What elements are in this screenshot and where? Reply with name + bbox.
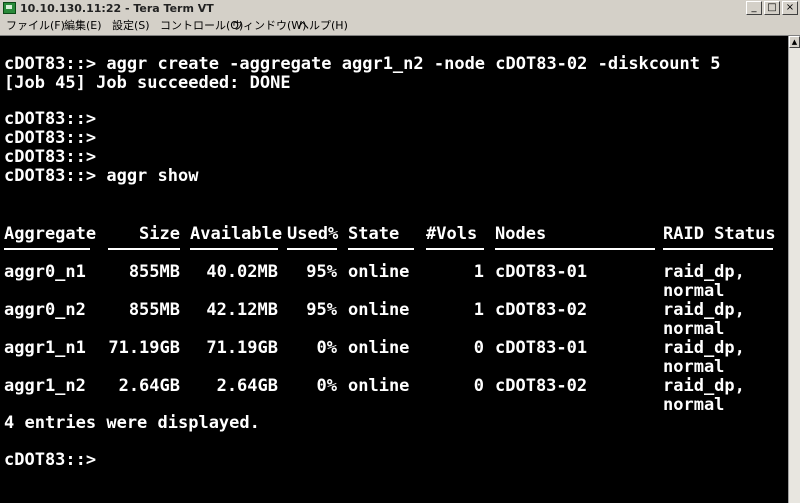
cell-aggregate: aggr1_n1 xyxy=(4,338,86,358)
cell-raid: raid_dp, xyxy=(663,376,745,396)
separator-dash xyxy=(190,248,278,250)
cell-available: 2.64GB xyxy=(216,376,278,396)
prompt-line: cDOT83::> xyxy=(4,147,97,167)
scroll-up-arrow-icon[interactable]: ▲ xyxy=(789,36,800,48)
cell-raid: raid_dp, xyxy=(663,262,745,282)
separator-dash xyxy=(495,248,655,250)
cell-size: 855MB xyxy=(128,262,180,282)
cell-state: online xyxy=(348,262,410,282)
separator-dash xyxy=(348,248,414,250)
cell-aggregate: aggr1_n2 xyxy=(4,376,86,396)
cell-used: 0% xyxy=(316,376,337,396)
cell-raid: raid_dp, xyxy=(663,300,745,320)
terminal-window: 10.10.130.11:22 - Tera Term VT _ □ × ファイ… xyxy=(0,0,800,503)
cell-used: 0% xyxy=(316,338,337,358)
cell-raid-status: normal xyxy=(663,319,725,339)
menu-bar: ファイル(F) 編集(E) 設定(S) コントロール(O) ウィンドウ(W) ヘ… xyxy=(0,17,800,36)
cell-node: cDOT83-01 xyxy=(495,338,588,358)
title-bar[interactable]: 10.10.130.11:22 - Tera Term VT _ □ × xyxy=(0,0,800,18)
cell-vols: 1 xyxy=(473,262,484,282)
tera-term-app-icon[interactable] xyxy=(3,2,16,14)
menu-window[interactable]: ウィンドウ(W) xyxy=(232,18,306,33)
menu-help[interactable]: ヘルプ(H) xyxy=(298,18,348,33)
col-header-aggregate: Aggregate xyxy=(4,224,97,244)
col-header-available: Available xyxy=(190,224,283,244)
separator-dash xyxy=(663,248,773,250)
cell-aggregate: aggr0_n2 xyxy=(4,300,86,320)
command-line-aggr-show: cDOT83::> aggr show xyxy=(4,166,199,186)
separator-dash xyxy=(4,248,90,250)
final-prompt: cDOT83::> xyxy=(4,450,97,470)
menu-control[interactable]: コントロール(O) xyxy=(160,18,243,33)
cell-available: 40.02MB xyxy=(206,262,278,282)
cell-vols: 1 xyxy=(473,300,484,320)
entries-summary: 4 entries were displayed. xyxy=(4,413,260,433)
prompt-line: cDOT83::> xyxy=(4,128,97,148)
window-title: 10.10.130.11:22 - Tera Term VT xyxy=(20,2,214,15)
separator-dash xyxy=(287,248,337,250)
separator-dash xyxy=(426,248,484,250)
cell-size: 855MB xyxy=(128,300,180,320)
cell-aggregate: aggr0_n1 xyxy=(4,262,86,282)
cell-raid: raid_dp, xyxy=(663,338,745,358)
col-header-nodes: Nodes xyxy=(495,224,547,244)
cell-state: online xyxy=(348,300,410,320)
vertical-scrollbar[interactable]: ▲ xyxy=(788,36,800,503)
menu-file[interactable]: ファイル(F) xyxy=(6,18,65,33)
cell-state: online xyxy=(348,338,410,358)
cell-node: cDOT83-02 xyxy=(495,376,588,396)
col-header-size: Size xyxy=(139,224,180,244)
cell-state: online xyxy=(348,376,410,396)
cell-raid-status: normal xyxy=(663,357,725,377)
cell-used: 95% xyxy=(306,262,337,282)
cell-vols: 0 xyxy=(473,376,484,396)
command-line-aggr-create: cDOT83::> aggr create -aggregate aggr1_n… xyxy=(4,54,721,74)
cell-raid-status: normal xyxy=(663,281,725,301)
prompt-line: cDOT83::> xyxy=(4,109,97,129)
close-button[interactable]: × xyxy=(782,1,798,15)
col-header-raid-status: RAID Status xyxy=(663,224,776,244)
cell-vols: 0 xyxy=(473,338,484,358)
minimize-button[interactable]: _ xyxy=(746,1,762,15)
col-header-used: Used% xyxy=(287,224,339,244)
maximize-button[interactable]: □ xyxy=(764,1,780,15)
menu-settings[interactable]: 設定(S) xyxy=(112,18,150,33)
separator-dash xyxy=(108,248,180,250)
col-header-vols: #Vols xyxy=(426,224,478,244)
cell-available: 42.12MB xyxy=(206,300,278,320)
cell-node: cDOT83-01 xyxy=(495,262,588,282)
col-header-state: State xyxy=(348,224,400,244)
job-result-line: [Job 45] Job succeeded: DONE xyxy=(4,73,291,93)
cell-raid-status: normal xyxy=(663,395,725,415)
cell-size: 71.19GB xyxy=(108,338,180,358)
cell-node: cDOT83-02 xyxy=(495,300,588,320)
cell-available: 71.19GB xyxy=(206,338,278,358)
menu-edit[interactable]: 編集(E) xyxy=(64,18,102,33)
cell-used: 95% xyxy=(306,300,337,320)
terminal-screen[interactable]: cDOT83::> aggr create -aggregate aggr1_n… xyxy=(0,36,788,503)
cell-size: 2.64GB xyxy=(118,376,180,396)
